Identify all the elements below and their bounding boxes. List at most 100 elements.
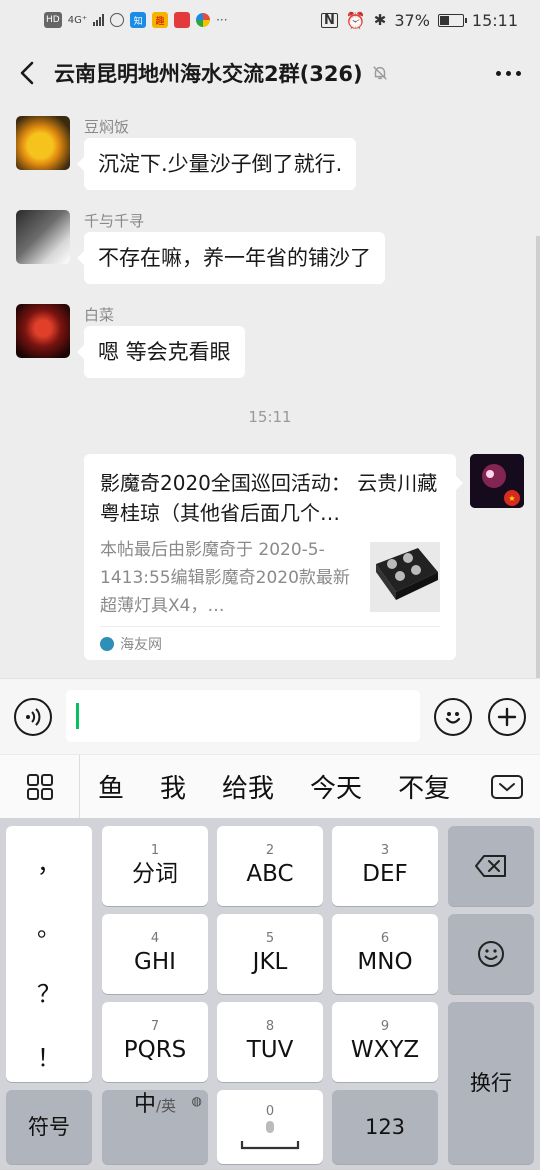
input-bar <box>0 678 540 754</box>
voice-button[interactable] <box>14 698 52 736</box>
ime-collapse-button[interactable] <box>474 754 540 819</box>
globe-icon: ◍ <box>191 1094 202 1108</box>
message-row: 白菜 嗯 等会克看眼 <box>16 304 245 378</box>
battery-percent: 37% <box>394 10 430 30</box>
back-button[interactable] <box>0 40 54 106</box>
ime-keyboard: ， 。 ？ ！ 1 分词 2 ABC 3 DEF 4 GHI 5 JKL 6 MNO 7 PQ… <box>0 818 540 1170</box>
avatar[interactable] <box>16 210 70 264</box>
ime-candidate[interactable]: 给我 <box>204 768 292 805</box>
link-card-thumbnail <box>370 542 440 612</box>
sender-name: 千与千寻 <box>84 212 145 230</box>
numbers-key-label: 123 <box>364 1115 406 1139</box>
battery-icon <box>437 13 467 27</box>
punct-exclamation[interactable]: ！ <box>6 1038 92 1073</box>
plus-icon <box>497 707 517 727</box>
space-key[interactable]: 0 <box>217 1090 323 1164</box>
ime-candidate-list: 鱼 我 给我 今天 不复 <box>80 755 474 819</box>
smiley-icon <box>478 941 504 967</box>
link-card-description: 本帖最后由影魔奇于 2020-5-1413:55编辑影魔奇2020款最新超薄灯具… <box>100 540 350 616</box>
chat-header: 云南昆明地州海水交流2群(326) <box>0 40 540 106</box>
svg-text:★: ★ <box>508 494 515 503</box>
link-card[interactable]: 影魔奇2020全国巡回活动： 云贵川藏粤桂琼（其他省后面几个… 本帖最后由影魔奇… <box>84 454 463 660</box>
nfc-icon: N <box>320 12 338 28</box>
backspace-key[interactable] <box>448 826 534 906</box>
space-key-num: 0 <box>265 1104 275 1119</box>
haiyou-logo-icon <box>100 636 114 651</box>
key-jkl[interactable]: 5 JKL <box>217 914 323 994</box>
clock: 15:11 <box>471 10 518 30</box>
symbols-key[interactable]: 符号 <box>6 1090 92 1164</box>
weibo-app-icon <box>196 13 211 27</box>
status-right-icons: N ⏰ ✱ 37% 15:11 <box>320 10 518 30</box>
punctuation-column[interactable]: ， 。 ？ ！ <box>6 826 92 1082</box>
ime-candidate-bar: 鱼 我 给我 今天 不复 <box>0 754 540 819</box>
key-abc[interactable]: 2 ABC <box>217 826 323 906</box>
key-ghi[interactable]: 4 GHI <box>102 914 208 994</box>
message-timestamp: 15:11 <box>248 408 292 426</box>
emoji-button[interactable] <box>434 698 472 736</box>
chinese-mode-label: 中 <box>133 1092 156 1117</box>
punct-question[interactable]: ？ <box>6 974 92 1009</box>
punct-period[interactable]: 。 <box>6 908 92 943</box>
more-options-button[interactable] <box>476 40 540 106</box>
qutoutiao-app-icon: 趣 <box>152 12 169 28</box>
english-mode-label: /英 <box>155 1097 177 1115</box>
text-caret <box>76 703 79 729</box>
ime-candidate[interactable]: 鱼 <box>80 768 142 805</box>
language-switch-key[interactable]: 中 /英 ◍ <box>102 1090 208 1164</box>
chat-title: 云南昆明地州海水交流2群(326) <box>54 62 363 86</box>
bluetooth-icon: ✱ <box>373 11 387 29</box>
hd-badge: HD <box>44 12 62 28</box>
punct-comma[interactable]: ， <box>6 844 92 879</box>
alarm-icon: ⏰ <box>345 10 366 30</box>
network-badge: 4G⁺ <box>67 14 88 26</box>
ime-candidate[interactable]: 我 <box>142 768 204 805</box>
message-bubble[interactable]: 沉淀下.少量沙子倒了就行. <box>76 138 357 190</box>
link-card-title: 影魔奇2020全国巡回活动： 云贵川藏粤桂琼（其他省后面几个… <box>100 471 438 525</box>
avatar[interactable] <box>16 304 70 358</box>
chevron-left-icon <box>20 61 34 85</box>
key-mno[interactable]: 6 MNO <box>332 914 438 994</box>
calendar-app-icon <box>174 12 191 28</box>
space-bar-icon <box>240 1141 300 1150</box>
ime-menu-button[interactable] <box>0 754 80 819</box>
browser-app-icon <box>110 13 125 27</box>
more-dots-icon <box>495 70 501 76</box>
message-bubble[interactable]: 不存在嘛，养一年省的铺沙了 <box>77 232 385 284</box>
key-pqrs[interactable]: 7 PQRS <box>102 1002 208 1082</box>
chevron-down-icon <box>491 774 523 799</box>
message-row: 千与千寻 不存在嘛，养一年省的铺沙了 <box>16 210 385 284</box>
backspace-icon <box>475 855 506 877</box>
link-card-source: 海友网 <box>100 626 440 660</box>
grid-icon <box>26 773 53 800</box>
key-wxyz[interactable]: 9 WXYZ <box>332 1002 438 1082</box>
status-bar: HD 4G⁺ 知 趣 ··· N ⏰ ✱ 37% 15:11 <box>0 0 540 40</box>
voice-icon <box>26 708 41 726</box>
symbols-key-label: 符号 <box>28 1115 70 1139</box>
link-card-source-name: 海友网 <box>120 636 162 653</box>
signal-icon <box>93 14 105 26</box>
numbers-key[interactable]: 123 <box>332 1090 438 1164</box>
sender-name: 白菜 <box>84 306 115 324</box>
enter-key[interactable]: 换行 <box>448 1002 534 1164</box>
key-fenci[interactable]: 1 分词 <box>102 826 208 906</box>
message-bubble[interactable]: 嗯 等会克看眼 <box>77 326 245 378</box>
mic-icon <box>266 1121 274 1133</box>
message-input[interactable] <box>66 690 420 742</box>
scrollbar[interactable] <box>536 236 540 678</box>
key-tuv[interactable]: 8 TUV <box>217 1002 323 1082</box>
bell-muted-icon <box>372 66 387 80</box>
emoji-icon <box>445 712 461 724</box>
emoji-key[interactable] <box>448 914 534 994</box>
more-functions-button[interactable] <box>488 698 526 736</box>
status-left-icons: HD 4G⁺ 知 趣 ··· <box>44 12 228 28</box>
sender-name: 豆焖饭 <box>84 118 130 136</box>
more-notifications-icon: ··· <box>216 13 228 27</box>
key-def[interactable]: 3 DEF <box>332 826 438 906</box>
chat-message-list[interactable]: 豆焖饭 沉淀下.少量沙子倒了就行. 千与千寻 不存在嘛，养一年省的铺沙了 白菜 … <box>0 106 540 678</box>
ime-candidate[interactable]: 不复 <box>380 768 468 805</box>
zhihu-app-icon: 知 <box>130 12 147 28</box>
my-avatar[interactable]: ★ <box>470 454 524 508</box>
avatar[interactable] <box>16 116 70 170</box>
ime-candidate[interactable]: 今天 <box>292 768 380 805</box>
